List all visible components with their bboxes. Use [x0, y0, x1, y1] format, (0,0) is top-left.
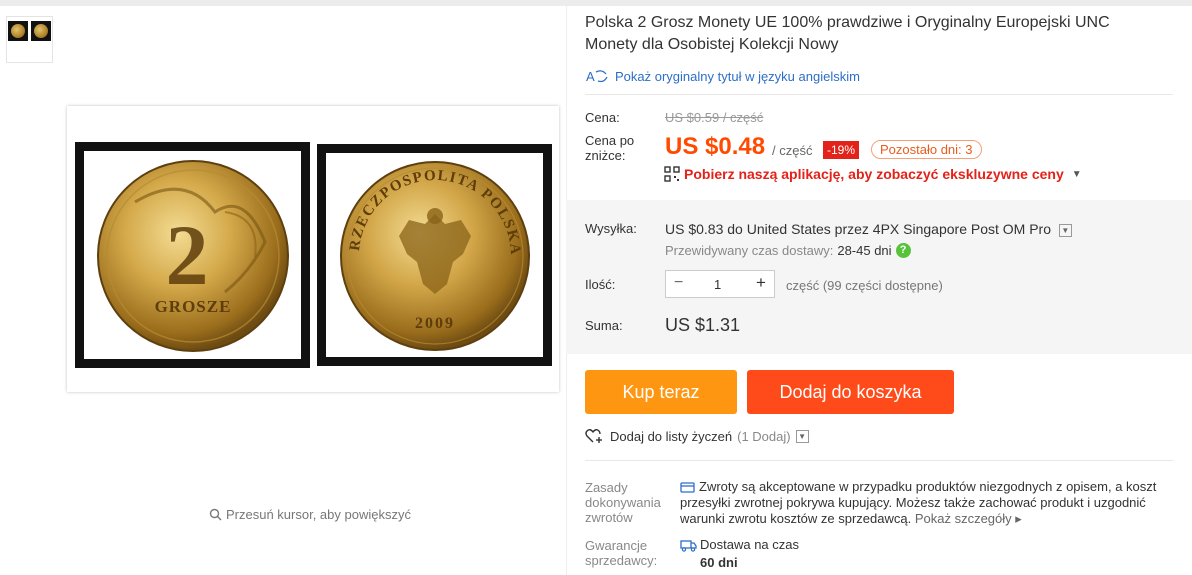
quantity-stepper: − 1 +	[665, 270, 775, 298]
coin-reverse-image: 2 GROSZE	[75, 142, 310, 368]
coin-obverse-image: RZECZPOSPOLITA POLSKA 2009	[317, 144, 552, 366]
guarantee-value: 60 dni	[700, 555, 738, 570]
translate-icon: A	[586, 69, 608, 84]
help-icon[interactable]: ?	[895, 243, 911, 258]
magnifier-icon	[209, 508, 222, 521]
quantity-label: Ilość:	[585, 277, 616, 292]
price-unit: / część	[772, 143, 813, 158]
wishlist-count: (1 Dodaj)	[737, 428, 791, 444]
discount-badge: -19%	[823, 141, 860, 159]
buy-now-button[interactable]: Kup teraz	[585, 370, 737, 414]
zoom-hint: Przesuń kursor, aby powiększyć	[209, 507, 411, 522]
divider	[585, 94, 1173, 95]
increase-button[interactable]: +	[756, 273, 766, 293]
coin-currency: GROSZE	[155, 297, 232, 316]
shipping-cost: US $0.83	[665, 221, 724, 237]
returns-details-link[interactable]: Pokaż szczegóły ▸	[915, 511, 1022, 526]
total-price: US $1.31	[665, 315, 741, 335]
add-to-cart-button[interactable]: Dodaj do koszyka	[747, 370, 954, 414]
delivery-label: Przewidywany czas dostawy:	[665, 243, 834, 258]
main-product-image[interactable]: 2 GROSZE RZECZPOSPOLITA POLSKA 2009	[67, 106, 559, 392]
quantity-available: część (99 części dostępne)	[786, 278, 943, 293]
shipping-destination[interactable]: United States przez 4PX Singapore Post O…	[747, 221, 1051, 237]
shipping-info[interactable]: US $0.83 do United States przez 4PX Sing…	[665, 221, 1072, 237]
wishlist-dropdown-icon[interactable]: ▼	[795, 429, 809, 443]
caret-down-icon: ▼	[1071, 168, 1082, 180]
coin-year: 2009	[415, 315, 455, 332]
delivery-truck-icon	[680, 540, 697, 552]
returns-label: Zasady dokonywania zwrotów	[585, 480, 661, 525]
price-label: Cena:	[585, 110, 620, 125]
divider	[585, 460, 1173, 461]
guarantee-item: Dostawa na czas	[700, 537, 799, 552]
delivery-days: 28-45 dni	[837, 243, 892, 258]
coin-denomination: 2	[166, 207, 209, 303]
qr-code-icon	[664, 166, 680, 182]
translate-link-text[interactable]: Pokaż oryginalny tytuł w języku angielsk…	[615, 69, 860, 84]
current-price: US $0.48	[665, 133, 766, 160]
zoom-hint-text: Przesuń kursor, aby powiększyć	[226, 507, 411, 522]
original-price: US $0.59 / część	[665, 110, 764, 125]
translate-link[interactable]: A Pokaż oryginalny tytuł w języku angiel…	[585, 68, 860, 85]
svg-text:A: A	[586, 69, 595, 84]
thumbnail-coin-reverse	[8, 21, 28, 41]
discount-price-label: Cena po zniżce:	[585, 133, 635, 163]
guarantee-label: Gwarancje sprzedawcy:	[585, 538, 658, 568]
wishlist-link[interactable]: Dodaj do listy życzeń (1 Dodaj) ▼	[585, 428, 809, 444]
decrease-button[interactable]: −	[674, 274, 683, 292]
total-label: Suma:	[585, 318, 623, 333]
return-policy-icon	[680, 482, 695, 493]
days-left-badge: Pozostało dni: 3	[871, 140, 982, 159]
wishlist-text[interactable]: Dodaj do listy życzeń	[610, 429, 732, 444]
quantity-value[interactable]: 1	[714, 277, 721, 292]
app-promo-link[interactable]: Pobierz naszą aplikację, aby zobaczyć ek…	[664, 166, 1082, 182]
seller-guarantee: Dostawa na czas 60 dni	[680, 536, 799, 572]
thumbnail-coin-obverse	[31, 21, 51, 41]
delivery-estimate: Przewidywany czas dostawy: 28-45 dni ?	[665, 243, 911, 258]
shipping-label: Wysyłka:	[585, 221, 637, 236]
gallery-thumbnail[interactable]	[6, 16, 53, 63]
returns-policy: Zwroty są akceptowane w przypadku produk…	[680, 479, 1180, 527]
heart-plus-icon	[585, 429, 602, 443]
shipping-dropdown-icon[interactable]: ▼	[1058, 223, 1072, 237]
product-title: Polska 2 Grosz Monety UE 100% prawdziwe …	[585, 14, 1110, 53]
app-promo-text[interactable]: Pobierz naszą aplikację, aby zobaczyć ek…	[684, 166, 1064, 182]
shipping-to: do	[727, 221, 743, 237]
